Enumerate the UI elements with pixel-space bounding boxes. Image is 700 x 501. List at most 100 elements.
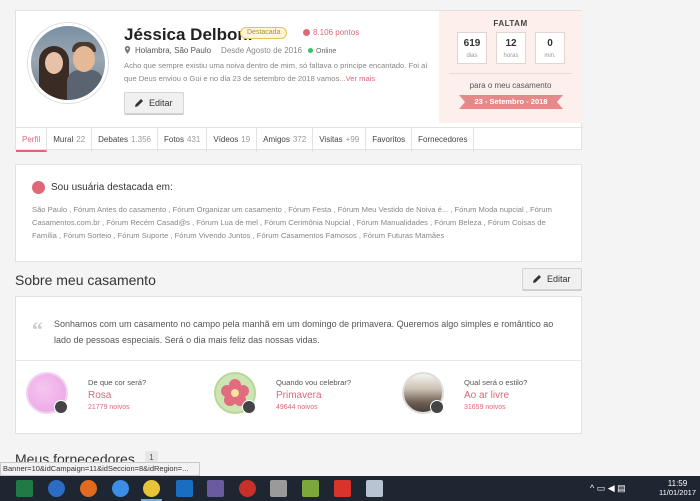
countdown-subtitle: para o meu casamento bbox=[469, 81, 552, 90]
pencil-icon bbox=[135, 99, 143, 107]
countdown-hours: 12 horas bbox=[496, 32, 526, 64]
tab-visitas[interactable]: Visitas +99 bbox=[313, 128, 367, 152]
tab-count: +99 bbox=[345, 135, 360, 144]
quote-icon: “ bbox=[32, 317, 43, 342]
tab-label: Visitas bbox=[319, 135, 343, 144]
answer-count: 31659 noivos bbox=[464, 404, 506, 411]
tab-fornecedores[interactable]: Fornecedores bbox=[412, 128, 475, 152]
windows-taskbar: ^ ▭ ◀ ▤ 11:59 11/01/2017 bbox=[0, 476, 700, 501]
system-tray-icons[interactable]: ^ ▭ ◀ ▤ bbox=[590, 483, 626, 494]
question-label: Quando vou celebrar? bbox=[276, 378, 352, 387]
edit-wedding-label: Editar bbox=[547, 274, 571, 284]
tab-count: 1.356 bbox=[130, 135, 151, 144]
tab-videos[interactable]: Vídeos 19 bbox=[207, 128, 258, 152]
points-value: 8.106 pontos bbox=[313, 28, 360, 37]
app-gray-icon[interactable] bbox=[270, 480, 287, 497]
firefox-icon[interactable] bbox=[80, 480, 97, 497]
wedding-date-ribbon: 23 - Setembro - 2018 bbox=[459, 95, 563, 109]
countdown-minutes: 0 min. bbox=[535, 32, 565, 64]
countdown-days: 619 dias bbox=[457, 32, 487, 64]
tab-label: Favoritos bbox=[372, 135, 406, 144]
browser-status-url: Banner=10&idCampaign=11&idSeccion=8&idRe… bbox=[0, 462, 200, 476]
bio-text: Acho que sempre existiu uma noiva dentro… bbox=[124, 61, 428, 83]
tab-amigos[interactable]: Amigos 372 bbox=[257, 128, 314, 152]
wedding-description: Sonhamos com um casamento no campo pela … bbox=[54, 319, 554, 345]
edit-style-icon[interactable] bbox=[430, 400, 444, 414]
tab-label: Vídeos bbox=[213, 135, 239, 144]
countdown-hours-value: 12 bbox=[505, 38, 517, 49]
online-status: Online bbox=[308, 48, 336, 55]
clock[interactable]: 11:59 11/01/2017 bbox=[659, 479, 696, 498]
question-label: De que cor será? bbox=[88, 378, 147, 387]
question-season: Quando vou celebrar? Primavera 49644 noi… bbox=[204, 372, 384, 422]
app-green-icon[interactable] bbox=[302, 480, 319, 497]
edit-color-icon[interactable] bbox=[54, 400, 68, 414]
countdown-title: FALTAM bbox=[493, 19, 528, 28]
featured-title: Sou usuária destacada em: bbox=[32, 182, 173, 193]
tab-label: Fornecedores bbox=[418, 135, 468, 144]
answer-count: 49644 noivos bbox=[276, 404, 318, 411]
tab-count: 431 bbox=[187, 135, 201, 144]
tab-label: Fotos bbox=[163, 135, 184, 144]
paint-icon[interactable] bbox=[366, 480, 383, 497]
outlook-icon[interactable] bbox=[176, 480, 193, 497]
answer-link[interactable]: Primavera bbox=[276, 390, 322, 401]
pencil-icon bbox=[533, 275, 541, 283]
question-style: Qual será o estilo? Ao ar livre 31659 no… bbox=[392, 372, 572, 422]
tab-label: Perfil bbox=[22, 135, 41, 144]
answer-link[interactable]: Rosa bbox=[88, 390, 111, 401]
wedding-section-title: Sobre meu casamento bbox=[15, 272, 156, 288]
countdown-divider bbox=[449, 73, 572, 74]
points-icon bbox=[303, 29, 310, 36]
question-color: De que cor será? Rosa 21779 noivos bbox=[16, 372, 196, 422]
clock-time: 11:59 bbox=[667, 479, 688, 488]
online-dot-icon bbox=[308, 48, 313, 53]
featured-forum-list[interactable]: São Paulo , Fórum Antes do casamento , F… bbox=[32, 203, 572, 242]
tab-favoritos[interactable]: Favoritos bbox=[366, 128, 413, 152]
profile-name: Jéssica Delboni bbox=[124, 25, 253, 44]
clock-date: 11/01/2017 bbox=[659, 488, 696, 497]
edit-profile-label: Editar bbox=[149, 98, 173, 108]
tab-label: Debates bbox=[98, 135, 128, 144]
edit-season-icon[interactable] bbox=[242, 400, 256, 414]
edge-icon[interactable] bbox=[112, 480, 129, 497]
tab-mural[interactable]: Mural 22 bbox=[47, 128, 93, 152]
chrome-icon[interactable] bbox=[141, 480, 162, 501]
ie-icon[interactable] bbox=[48, 480, 65, 497]
app-icon[interactable] bbox=[207, 480, 224, 497]
acrobat-icon[interactable] bbox=[334, 480, 351, 497]
countdown-hours-label: horas bbox=[503, 53, 519, 59]
excel-icon[interactable] bbox=[16, 480, 33, 497]
countdown-days-value: 619 bbox=[463, 38, 481, 49]
app-red-icon[interactable] bbox=[239, 480, 256, 497]
countdown-minutes-value: 0 bbox=[547, 38, 553, 49]
featured-forums-card: Sou usuária destacada em: São Paulo , Fó… bbox=[15, 164, 582, 262]
member-since: Desde Agosto de 2016 bbox=[221, 46, 302, 55]
answer-link[interactable]: Ao ar livre bbox=[464, 390, 509, 401]
tab-debates[interactable]: Debates 1.356 bbox=[92, 128, 158, 152]
location-pin-icon bbox=[124, 46, 131, 54]
wedding-about-card: “ Sonhamos com um casamento no campo pel… bbox=[15, 296, 582, 434]
edit-profile-button[interactable]: Editar bbox=[124, 92, 184, 114]
location-text: Holambra, São Paulo bbox=[135, 46, 212, 55]
tab-label: Mural bbox=[53, 135, 74, 144]
question-label: Qual será o estilo? bbox=[464, 378, 528, 387]
tab-fotos[interactable]: Fotos 431 bbox=[158, 128, 208, 152]
divider bbox=[16, 360, 581, 361]
tab-label: Amigos bbox=[263, 135, 290, 144]
profile-tabs: Perfil Mural 22 Debates 1.356 Fotos 431 Víd… bbox=[16, 127, 583, 152]
featured-badge: Destacada bbox=[240, 27, 288, 39]
answer-count: 21779 noivos bbox=[88, 404, 130, 411]
tab-count: 372 bbox=[292, 135, 307, 144]
countdown-minutes-label: min. bbox=[544, 53, 556, 59]
profile-bio: Acho que sempre existiu uma noiva dentro… bbox=[124, 59, 434, 85]
avatar[interactable] bbox=[28, 23, 108, 103]
online-label: Online bbox=[316, 48, 337, 55]
edit-wedding-button[interactable]: Editar bbox=[522, 268, 582, 290]
bio-more-link[interactable]: Ver mais bbox=[346, 74, 376, 83]
tab-count: 22 bbox=[76, 135, 86, 144]
tab-perfil[interactable]: Perfil bbox=[16, 128, 48, 152]
countdown-days-label: dias bbox=[466, 53, 478, 59]
profile-card: Jéssica Delboni Destacada 8.106 pontos H… bbox=[15, 10, 583, 152]
points-link[interactable]: 8.106 pontos bbox=[303, 28, 359, 37]
